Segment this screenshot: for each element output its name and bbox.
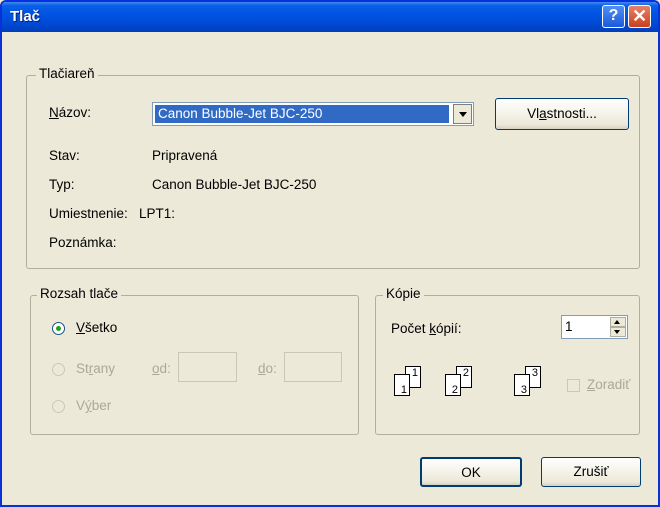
copies-legend: Kópie	[383, 286, 424, 301]
range-to-label: do:	[258, 361, 277, 376]
printer-group-legend: Tlačiareň	[36, 66, 98, 81]
print-dialog: Tlač ? ✕ Tlačiareň Názov: Canon Bubble-J…	[0, 0, 660, 507]
printer-name-combobox[interactable]: Canon Bubble-Jet BJC-250	[152, 102, 474, 126]
collate-page-front-2: 2	[445, 374, 461, 396]
range-from-label: od:	[152, 361, 171, 376]
printer-name-value: Canon Bubble-Jet BJC-250	[155, 105, 449, 123]
spin-down-icon[interactable]	[610, 327, 626, 337]
range-from-field[interactable]	[178, 352, 237, 382]
comment-label: Poznámka:	[49, 235, 117, 250]
spin-up-icon[interactable]	[610, 317, 626, 327]
radio-selected-dot	[56, 326, 61, 331]
type-value: Canon Bubble-Jet BJC-250	[152, 177, 317, 192]
status-label: Stav:	[49, 148, 80, 163]
range-selection-radio[interactable]	[52, 400, 65, 413]
help-button[interactable]: ?	[602, 5, 625, 28]
collate-checkbox[interactable]	[567, 379, 580, 392]
range-pages-radio[interactable]	[52, 363, 65, 376]
status-value: Pripravená	[152, 148, 218, 163]
window-title: Tlač	[10, 8, 41, 25]
close-button[interactable]: ✕	[628, 5, 651, 28]
range-to-field[interactable]	[284, 352, 342, 382]
spinner-buttons	[610, 317, 626, 337]
location-label: Umiestnenie:	[49, 206, 128, 221]
close-icon: ✕	[631, 6, 648, 26]
question-icon: ?	[608, 7, 619, 24]
title-bar[interactable]: Tlač ? ✕	[2, 2, 658, 32]
chevron-down-icon[interactable]	[453, 104, 472, 124]
properties-button[interactable]: Vlastnosti...	[495, 98, 629, 130]
copies-spinner[interactable]: 1	[561, 315, 628, 339]
type-label: Typ:	[49, 177, 75, 192]
collate-page-front-1: 1	[394, 374, 410, 396]
copies-count-value[interactable]: 1	[565, 319, 573, 334]
ok-button[interactable]: OK	[420, 457, 522, 487]
cancel-button[interactable]: Zrušiť	[541, 457, 641, 487]
range-pages-label[interactable]: Strany	[76, 361, 115, 376]
range-all-radio[interactable]	[52, 322, 65, 335]
collate-illustration: 1 1 2 2 3 3	[391, 364, 551, 404]
range-all-label[interactable]: Všetko	[76, 320, 117, 335]
location-value: LPT1:	[139, 206, 176, 221]
print-range-legend: Rozsah tlače	[37, 286, 122, 301]
collate-label[interactable]: Zoradiť	[587, 377, 630, 392]
copies-count-label: Počet kópií:	[391, 321, 462, 336]
printer-name-label: Názov:	[49, 105, 92, 120]
collate-page-front-3: 3	[514, 374, 530, 396]
range-selection-label[interactable]: Výber	[76, 398, 111, 413]
